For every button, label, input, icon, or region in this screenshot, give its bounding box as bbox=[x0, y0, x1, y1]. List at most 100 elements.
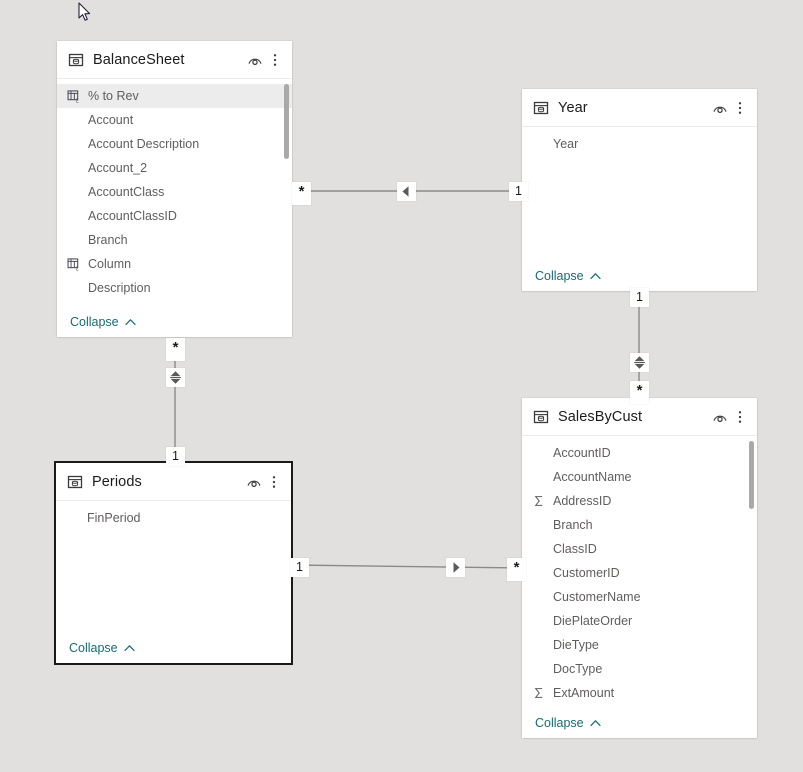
collapse-label: Collapse bbox=[535, 716, 584, 730]
field-row[interactable]: DocType bbox=[522, 657, 757, 681]
field-icon-placeholder bbox=[67, 113, 88, 127]
field-row[interactable]: AccountClass bbox=[57, 180, 292, 204]
chevron-up-icon bbox=[584, 272, 601, 280]
field-name: Year bbox=[553, 137, 579, 151]
svg-text:ξ: ξ bbox=[76, 266, 79, 271]
field-icon-placeholder bbox=[532, 518, 553, 532]
more-options-icon[interactable] bbox=[266, 472, 282, 492]
collapse-button[interactable]: Collapse bbox=[535, 716, 601, 730]
field-name: DieType bbox=[553, 638, 599, 652]
chevron-up-icon bbox=[119, 318, 136, 326]
field-list-salesbycust[interactable]: AccountID AccountName AddressID Branch Class… bbox=[522, 436, 757, 708]
table-card-year[interactable]: Year Year Collapse bbox=[522, 89, 757, 291]
table-header-year[interactable]: Year bbox=[522, 89, 757, 127]
more-options-icon[interactable] bbox=[732, 407, 748, 427]
table-header-balancesheet[interactable]: BalanceSheet bbox=[57, 41, 292, 79]
collapse-button[interactable]: Collapse bbox=[69, 641, 135, 655]
table-footer-year: Collapse bbox=[522, 261, 757, 291]
field-name: CustomerName bbox=[553, 590, 641, 604]
field-name: Branch bbox=[88, 233, 128, 247]
cross-filter-arrow-year-salesbycust[interactable] bbox=[630, 353, 649, 372]
field-icon-placeholder bbox=[67, 281, 88, 295]
field-row[interactable]: AddressID bbox=[522, 489, 757, 513]
field-row[interactable]: Branch bbox=[522, 513, 757, 537]
table-card-salesbycust[interactable]: SalesByCust AccountID AccountName AddressID… bbox=[522, 398, 757, 738]
collapse-button[interactable]: Collapse bbox=[535, 269, 601, 283]
sigma-summation-icon bbox=[532, 686, 553, 700]
field-name: AddressID bbox=[553, 494, 612, 508]
table-footer-salesbycust: Collapse bbox=[522, 708, 757, 738]
field-name: AccountClass bbox=[88, 185, 165, 199]
collapse-label: Collapse bbox=[70, 315, 119, 329]
field-row[interactable]: Branch bbox=[57, 228, 292, 252]
field-icon-placeholder bbox=[532, 137, 553, 151]
field-row[interactable]: ClassID bbox=[522, 537, 757, 561]
field-name: AccountClassID bbox=[88, 209, 177, 223]
model-view-canvas[interactable]: BalanceSheet ξ % to Rev Account Account Desc… bbox=[0, 0, 803, 772]
scrollbar-thumb[interactable] bbox=[284, 84, 289, 159]
field-list-periods[interactable]: FinPeriod bbox=[56, 501, 291, 633]
field-list-scrollbar[interactable] bbox=[284, 84, 289, 305]
field-name: FinPeriod bbox=[87, 511, 141, 525]
eye-visible-icon[interactable] bbox=[245, 50, 265, 70]
field-row[interactable]: ExtAmount bbox=[522, 681, 757, 705]
field-list-year[interactable]: Year bbox=[522, 127, 757, 261]
more-options-icon[interactable] bbox=[732, 98, 748, 118]
cardinality-badge-balancesheet-year-to: 1 bbox=[509, 182, 528, 201]
field-icon-placeholder bbox=[532, 566, 553, 580]
field-icon-placeholder bbox=[67, 233, 88, 247]
field-row[interactable]: DiePlateOrder bbox=[522, 609, 757, 633]
field-name: AccountID bbox=[553, 446, 611, 460]
field-row[interactable]: ξ % to Rev bbox=[57, 84, 292, 108]
field-name: Account_2 bbox=[88, 161, 148, 175]
field-list-balancesheet[interactable]: ξ % to Rev Account Account Description Accou… bbox=[57, 79, 292, 307]
collapse-button[interactable]: Collapse bbox=[70, 315, 136, 329]
field-row[interactable]: Account Description bbox=[57, 132, 292, 156]
field-icon-placeholder bbox=[532, 638, 553, 652]
field-list-scrollbar[interactable] bbox=[749, 441, 754, 706]
field-row[interactable]: Account bbox=[57, 108, 292, 132]
cardinality-badge-balancesheet-periods-to: 1 bbox=[166, 447, 185, 466]
more-options-icon[interactable] bbox=[267, 50, 283, 70]
table-header-periods[interactable]: Periods bbox=[56, 463, 291, 501]
cross-filter-arrow-balancesheet-periods[interactable] bbox=[166, 368, 185, 387]
cardinality-badge-year-salesbycust-to: * bbox=[630, 381, 649, 404]
table-footer-periods: Collapse bbox=[56, 633, 291, 663]
collapse-label: Collapse bbox=[535, 269, 584, 283]
field-name: Branch bbox=[553, 518, 593, 532]
field-row[interactable]: CustomerName bbox=[522, 585, 757, 609]
cross-filter-arrow-balancesheet-year[interactable] bbox=[397, 182, 416, 201]
table-card-balancesheet[interactable]: BalanceSheet ξ % to Rev Account Account Desc… bbox=[57, 41, 292, 337]
field-icon-placeholder bbox=[532, 542, 553, 556]
eye-visible-icon[interactable] bbox=[244, 472, 264, 492]
table-icon bbox=[533, 409, 558, 425]
field-row[interactable]: Year bbox=[522, 132, 757, 156]
field-row[interactable]: Account_2 bbox=[57, 156, 292, 180]
field-row[interactable]: AccountID bbox=[522, 441, 757, 465]
field-icon-placeholder bbox=[67, 161, 88, 175]
table-card-periods[interactable]: Periods FinPeriod Collapse bbox=[54, 461, 293, 665]
table-icon bbox=[67, 474, 92, 490]
field-row[interactable]: FinPeriod bbox=[56, 506, 291, 530]
eye-visible-icon[interactable] bbox=[710, 98, 730, 118]
field-row[interactable]: AccountClassID bbox=[57, 204, 292, 228]
field-row[interactable]: Description bbox=[57, 276, 292, 300]
eye-visible-icon[interactable] bbox=[710, 407, 730, 427]
field-name: Account bbox=[88, 113, 134, 127]
field-icon-placeholder bbox=[532, 590, 553, 604]
field-icon-placeholder bbox=[67, 209, 88, 223]
field-icon-placeholder bbox=[532, 662, 553, 676]
scrollbar-thumb[interactable] bbox=[749, 441, 754, 509]
collapse-label: Collapse bbox=[69, 641, 118, 655]
field-row[interactable]: CustomerID bbox=[522, 561, 757, 585]
table-title: Periods bbox=[92, 473, 142, 490]
field-row[interactable]: ξ Column bbox=[57, 252, 292, 276]
field-row[interactable]: AccountName bbox=[522, 465, 757, 489]
table-footer-balancesheet: Collapse bbox=[57, 307, 292, 337]
field-icon-placeholder bbox=[532, 470, 553, 484]
relationship-line-periods-salesbycust[interactable] bbox=[292, 564, 523, 569]
cross-filter-arrow-periods-salesbycust[interactable] bbox=[446, 558, 465, 577]
field-name: CustomerID bbox=[553, 566, 620, 580]
chevron-up-icon bbox=[584, 719, 601, 727]
field-row[interactable]: DieType bbox=[522, 633, 757, 657]
